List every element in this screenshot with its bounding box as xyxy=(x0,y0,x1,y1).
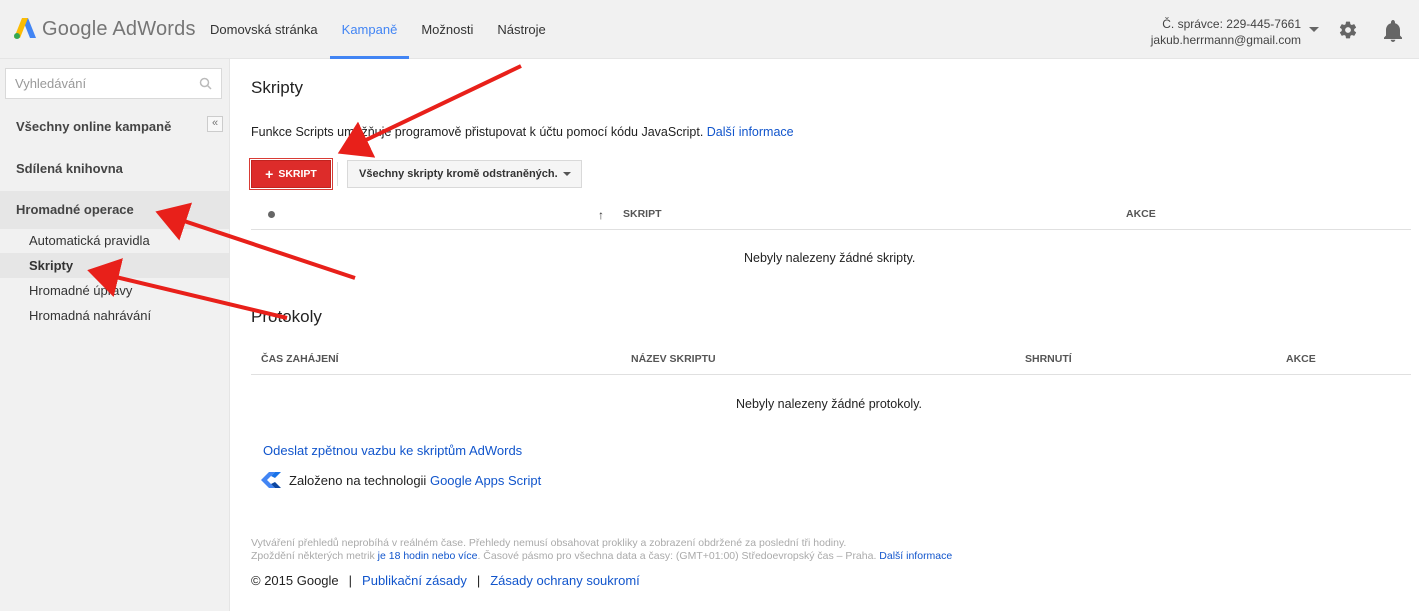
sidebar-item-bulk-operations[interactable]: Hromadné operace xyxy=(0,202,229,217)
apps-script-credit: Založeno na technologii Google Apps Scri… xyxy=(261,470,541,490)
intro-description: Funkce Scripts umožňuje programově přist… xyxy=(251,125,704,139)
sidebar: Všechny online kampaně « Sdílená knihovn… xyxy=(0,59,230,611)
page-title: Skripty xyxy=(251,78,303,97)
plus-icon: + xyxy=(265,166,274,182)
sidebar-item-shared-library[interactable]: Sdílená knihovna xyxy=(0,161,229,176)
sidebar-search xyxy=(5,68,222,99)
publication-policy-link[interactable]: Publikační zásady xyxy=(362,573,467,588)
add-script-label: SKRIPT xyxy=(278,168,317,180)
adwords-logo[interactable]: Google AdWords xyxy=(14,15,196,43)
sidebar-item-scripts[interactable]: Skripty xyxy=(0,253,229,278)
footer-separator: | xyxy=(476,573,481,588)
table-divider xyxy=(251,374,1411,375)
sort-arrow-icon[interactable]: ↑ xyxy=(598,208,604,222)
logs-empty-message: Nebyly nalezeny žádné protokoly. xyxy=(736,397,922,411)
collapse-sidebar-icon[interactable]: « xyxy=(207,116,223,132)
logo-wordmark: Google AdWords xyxy=(42,18,196,41)
top-header: Google AdWords Domovská stránka Kampaně … xyxy=(0,0,1419,59)
footer: © 2015 Google | Publikační zásady | Zásady o… xyxy=(251,573,640,588)
column-header-log-actions: AKCE xyxy=(1286,353,1316,365)
scripts-empty-message: Nebyly nalezeny žádné skripty. xyxy=(744,251,916,265)
nav-tools[interactable]: Nástroje xyxy=(485,0,557,59)
learn-more-link[interactable]: Další informace xyxy=(707,125,794,139)
note-suffix: . Časové pásmo pro všechna data a časy: … xyxy=(477,550,877,562)
sidebar-item-bulk-uploads[interactable]: Hromadná nahrávání xyxy=(0,303,229,328)
footer-separator: | xyxy=(348,573,353,588)
column-header-summary[interactable]: SHRNUTÍ xyxy=(1025,353,1072,365)
reporting-note-line1: Vytváření přehledů neprobíhá v reálném č… xyxy=(251,537,847,549)
apps-script-icon xyxy=(261,472,281,488)
reporting-note-line2: Zpoždění některých metrik je 18 hodin ne… xyxy=(251,550,952,563)
main-nav: Domovská stránka Kampaně Možnosti Nástro… xyxy=(198,0,558,59)
sidebar-item-all-campaigns[interactable]: Všechny online kampaně xyxy=(0,119,229,134)
note-prefix: Zpoždění některých metrik xyxy=(251,550,375,562)
status-dot-icon[interactable] xyxy=(268,211,275,218)
sidebar-item-bulk-edits[interactable]: Hromadné úpravy xyxy=(0,278,229,303)
privacy-policy-link[interactable]: Zásady ochrany soukromí xyxy=(490,573,640,588)
column-header-start-time[interactable]: ČAS ZAHÁJENÍ xyxy=(261,353,339,365)
toolbar-divider xyxy=(337,162,338,186)
gear-icon[interactable] xyxy=(1338,20,1358,40)
column-header-script-name[interactable]: NÁZEV SKRIPTU xyxy=(631,353,716,365)
reporting-note: Vytváření přehledů neprobíhá v reálném č… xyxy=(251,537,952,563)
column-header-actions: AKCE xyxy=(1126,208,1156,220)
search-input[interactable] xyxy=(6,69,204,98)
account-email: jakub.herrmann@gmail.com xyxy=(1150,33,1301,47)
delay-link[interactable]: je 18 hodin nebo více xyxy=(378,550,478,562)
nav-campaigns[interactable]: Kampaně xyxy=(329,0,410,59)
chevron-down-icon xyxy=(563,172,571,176)
note-learn-more-link[interactable]: Další informace xyxy=(879,550,952,562)
logo-google: Google xyxy=(42,17,108,40)
account-id: Č. správce: 229-445-7661 xyxy=(1162,17,1301,31)
logs-title: Protokoly xyxy=(251,307,322,326)
bell-icon[interactable] xyxy=(1383,20,1403,42)
filter-label: Všechny skripty kromě odstraněných. xyxy=(359,168,558,180)
intro-text: Funkce Scripts umožňuje programově přist… xyxy=(251,125,794,139)
table-divider xyxy=(251,229,1411,230)
search-icon[interactable] xyxy=(199,77,212,90)
sidebar-item-automated-rules[interactable]: Automatická pravidla xyxy=(0,228,229,253)
chevron-down-icon[interactable] xyxy=(1309,27,1319,32)
logo-product: AdWords xyxy=(112,17,196,40)
nav-opportunities[interactable]: Možnosti xyxy=(409,0,485,59)
column-header-script[interactable]: SKRIPT xyxy=(623,208,662,220)
copyright-text: © 2015 Google xyxy=(251,573,339,588)
account-switcher[interactable]: Č. správce: 229-445-7661 jakub.herrmann@… xyxy=(1151,16,1301,48)
adwords-logo-icon xyxy=(14,18,36,39)
nav-home[interactable]: Domovská stránka xyxy=(198,0,330,59)
apps-prefix: Založeno na technologii xyxy=(289,472,427,488)
add-script-button[interactable]: + SKRIPT xyxy=(251,160,331,188)
script-filter-dropdown[interactable]: Všechny skripty kromě odstraněných. xyxy=(347,160,582,188)
apps-script-link[interactable]: Google Apps Script xyxy=(430,473,541,488)
feedback-link[interactable]: Odeslat zpětnou vazbu ke skriptům AdWord… xyxy=(263,443,522,458)
